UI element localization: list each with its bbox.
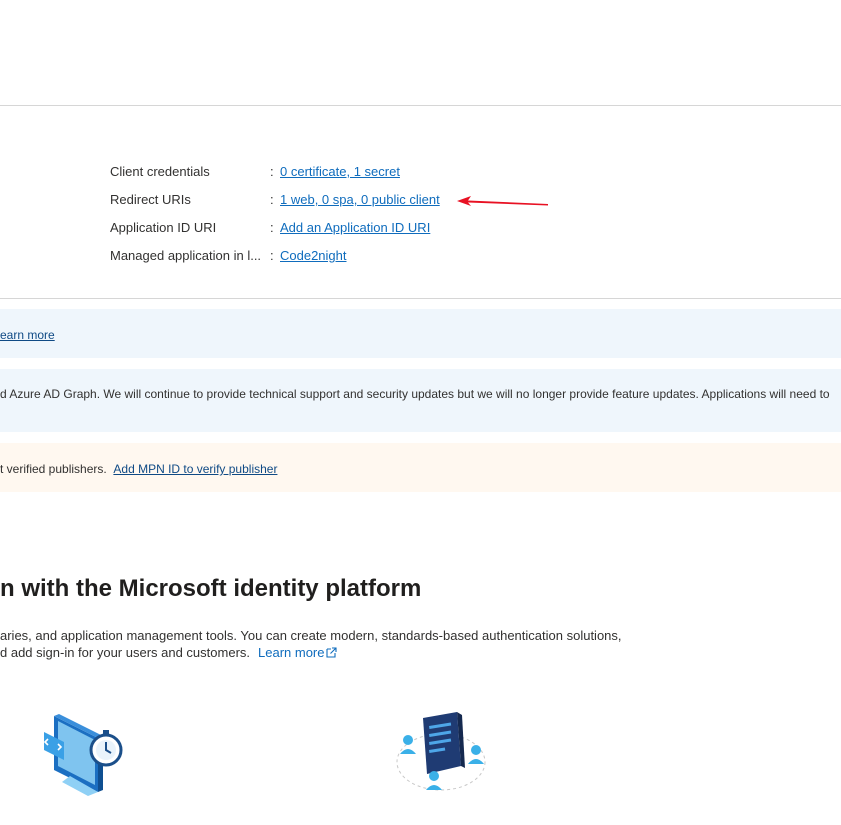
add-application-id-uri-link[interactable]: Add an Application ID URI (280, 216, 430, 240)
page-title: n with the Microsoft identity platform (0, 575, 422, 602)
separator: : (270, 220, 274, 235)
external-link-icon (325, 647, 337, 658)
separator: : (270, 192, 274, 207)
managed-application-label: Managed application in l... (110, 248, 262, 263)
hero-description-line-1: aries, and application management tools.… (0, 628, 622, 643)
application-id-uri-label: Application ID URI (110, 220, 217, 235)
redirect-uris-link[interactable]: 1 web, 0 spa, 0 public client (280, 188, 440, 212)
client-credentials-link[interactable]: 0 certificate, 1 secret (280, 160, 400, 184)
learn-more-external-link[interactable]: Learn more (258, 645, 337, 660)
annotation-arrow-icon (457, 196, 548, 206)
info-banner-learn-more: earn more (0, 309, 841, 358)
hero-description-line-2: d add sign-in for your users and custome… (0, 644, 700, 661)
separator: : (270, 164, 274, 179)
users-and-apps-icon (396, 712, 486, 791)
hero-description-line-2-text: d add sign-in for your users and custome… (0, 645, 251, 660)
essentials-divider (0, 298, 841, 299)
separator: : (270, 248, 274, 263)
essentials-row-redirect-uris: Redirect URIs:1 web, 0 spa, 0 public cli… (110, 188, 440, 212)
learn-more-label: Learn more (258, 645, 325, 660)
essentials-row-managed-application: Managed application in l...: Code2night (110, 244, 347, 268)
publisher-warning-banner: t verified publishers. Add MPN ID to ver… (0, 443, 841, 492)
info-banner-text: earn more (0, 327, 55, 343)
add-mpn-id-link[interactable]: Add MPN ID to verify publisher (113, 462, 277, 476)
azure-ad-graph-deprecation-text: d Azure AD Graph. We will continue to pr… (0, 387, 830, 401)
publisher-warning-text: t verified publishers. (0, 462, 107, 476)
essentials-row-application-id-uri: Application ID URI: Add an Application ID… (110, 216, 430, 240)
managed-application-link[interactable]: Code2night (280, 244, 347, 268)
info-banner-azure-ad-graph: d Azure AD Graph. We will continue to pr… (0, 369, 841, 432)
hero-description: aries, and application management tools.… (0, 627, 700, 661)
redirect-uris-label: Redirect URIs (110, 192, 191, 207)
learn-more-link[interactable]: earn more (0, 328, 55, 342)
quickstart-monitor-icon (43, 714, 123, 796)
publisher-warning-content: t verified publishers. Add MPN ID to ver… (0, 461, 277, 477)
essentials-row-client-credentials: Client credentials:0 certificate, 1 secr… (110, 160, 400, 184)
header-divider (0, 105, 841, 106)
client-credentials-label: Client credentials (110, 164, 210, 179)
